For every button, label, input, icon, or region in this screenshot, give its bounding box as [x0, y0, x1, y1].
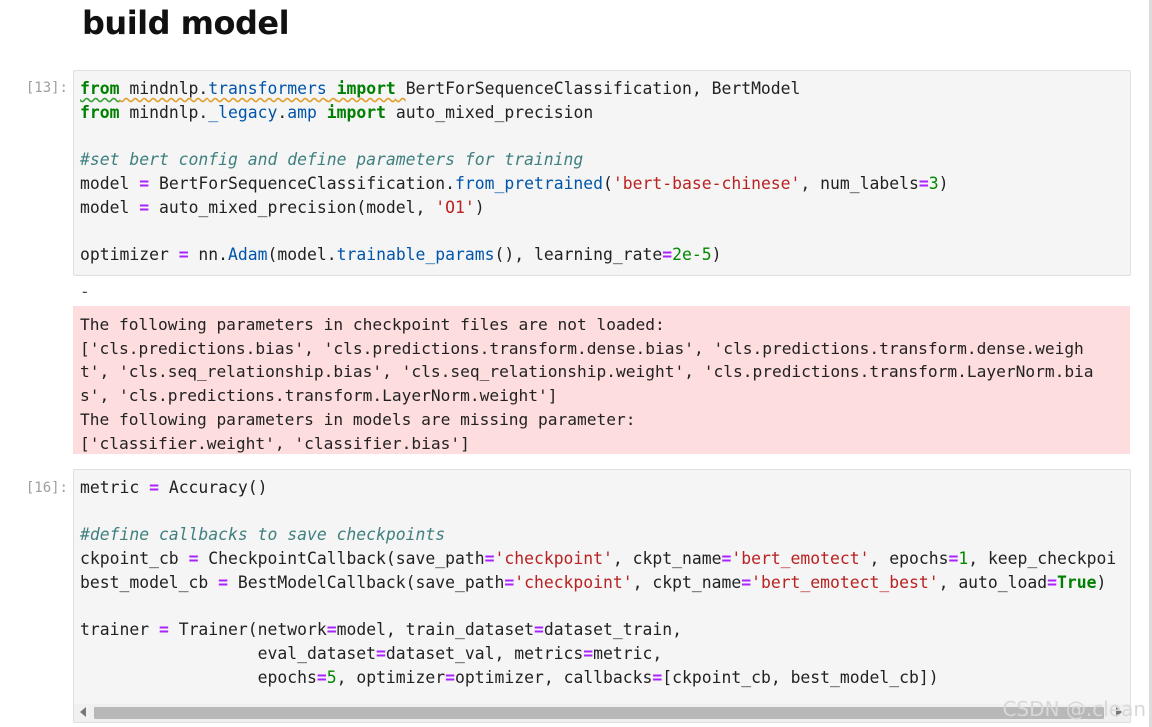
watermark: CSDN @.clean — [1002, 697, 1146, 721]
code-comment: #set bert config and define parameters f… — [80, 150, 584, 170]
code-token: 5 — [326, 667, 337, 687]
cell-13-stderr-output: The following parameters in checkpoint f… — [73, 306, 1130, 454]
code-token: = — [583, 643, 594, 663]
code-token: = — [741, 572, 752, 592]
code-token: = — [139, 173, 150, 193]
code-token: 1 — [958, 549, 969, 569]
code-token: = — [662, 244, 673, 264]
code-token: from — [80, 102, 120, 122]
code-token: Adam — [228, 244, 268, 264]
code-token: = — [1047, 572, 1058, 592]
code-token: from — [80, 79, 120, 98]
cell-16-code-input[interactable]: metric = Accuracy() #define callbacks to… — [73, 469, 1131, 723]
code-token: = — [158, 620, 169, 640]
cell-13-prompt: [13]: — [25, 80, 68, 96]
code-token: = — [178, 244, 189, 264]
code-token: 'bert_emotect_best' — [751, 572, 939, 592]
code-token: import — [326, 102, 386, 122]
code-token: True — [1057, 572, 1097, 592]
cell-13-code-input[interactable]: from mindnlp.transformers import BertFor… — [73, 70, 1131, 276]
code-token: from_pretrained — [455, 173, 604, 193]
code-token: = — [918, 173, 929, 193]
code-comment: #define callbacks to save checkpoints — [80, 525, 446, 545]
cell-16-prompt: [16]: — [25, 480, 68, 496]
code-token: = — [149, 478, 159, 497]
cell-16-code[interactable]: metric = Accuracy() #define callbacks to… — [74, 470, 1130, 689]
code-token: import — [336, 79, 396, 98]
scrollbar-thumb[interactable] — [94, 707, 1104, 719]
code-token: 'checkpoint' — [494, 549, 613, 569]
code-token: mindnlp. — [119, 79, 209, 98]
code-token: = — [504, 572, 515, 592]
code-token: 'bert_emotect' — [731, 549, 870, 569]
code-token: 'O1' — [435, 197, 475, 217]
code-token: = — [652, 667, 663, 687]
code-token: trainable_params — [336, 244, 495, 264]
code-token: amp — [287, 102, 317, 122]
cell-13-code[interactable]: from mindnlp.transformers import BertFor… — [74, 71, 1130, 267]
code-token: 'bert-base-chinese' — [612, 173, 801, 193]
scroll-left-arrow-icon[interactable] — [80, 707, 86, 717]
code-token: = — [948, 549, 959, 569]
code-token: = — [484, 549, 495, 569]
code-token: 2e-5 — [672, 244, 712, 264]
code-token: = — [721, 549, 732, 569]
stderr-text: The following parameters in checkpoint f… — [80, 315, 1094, 453]
code-token: = — [139, 197, 150, 217]
code-token: = — [316, 667, 327, 687]
code-token: = — [218, 572, 229, 592]
horizontal-scrollbar[interactable] — [74, 704, 1130, 722]
code-token: = — [188, 549, 199, 569]
code-token: = — [533, 620, 544, 640]
code-token: = — [445, 667, 456, 687]
code-token: = — [326, 620, 337, 640]
code-token: 3 — [928, 173, 939, 193]
output-marker: - — [80, 282, 90, 301]
code-token: _legacy — [208, 102, 278, 122]
section-heading: build model — [82, 4, 290, 42]
code-token: transformers — [208, 79, 327, 98]
code-token: 'checkpoint' — [514, 572, 633, 592]
code-token: = — [376, 643, 386, 663]
